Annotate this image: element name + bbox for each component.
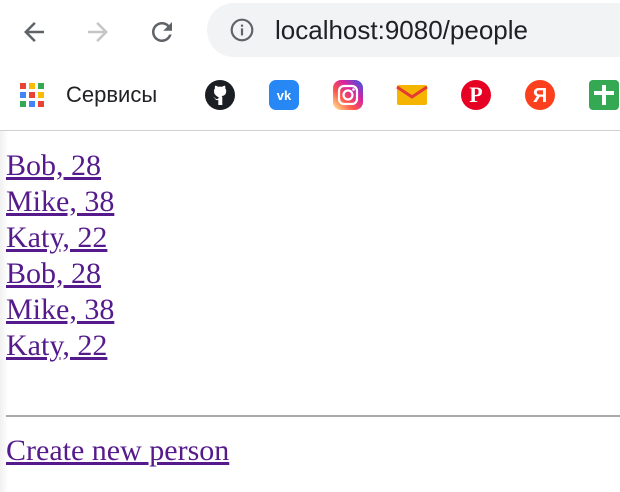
address-bar[interactable]: localhost:9080/people xyxy=(207,3,620,57)
svg-text:P: P xyxy=(469,82,482,107)
person-link[interactable]: Mike, 38 xyxy=(6,292,114,328)
bookmarks-bar: Сервисы vk P Я xyxy=(0,72,620,118)
person-link[interactable]: Bob, 28 xyxy=(6,256,101,292)
person-link[interactable]: Bob, 28 xyxy=(6,148,101,184)
forward-button[interactable] xyxy=(76,10,120,54)
apps-grid-icon[interactable] xyxy=(18,81,46,109)
reload-icon xyxy=(152,22,172,42)
back-button[interactable] xyxy=(12,10,56,54)
vk-icon[interactable]: vk xyxy=(268,79,300,111)
svg-text:vk: vk xyxy=(277,88,292,103)
back-arrow-icon xyxy=(24,22,44,42)
mail-icon[interactable] xyxy=(396,79,428,111)
github-icon[interactable] xyxy=(204,79,236,111)
url-text[interactable]: localhost:9080/people xyxy=(275,15,528,45)
plus-bookmark-icon[interactable] xyxy=(588,79,620,111)
page-content: Bob, 28 Mike, 38 Katy, 22 Bob, 28 Mike, … xyxy=(0,131,620,492)
apps-bookmark-label[interactable]: Сервисы xyxy=(66,80,157,110)
instagram-icon[interactable] xyxy=(332,79,364,111)
reload-button[interactable] xyxy=(140,10,184,54)
person-link[interactable]: Mike, 38 xyxy=(6,184,114,220)
pinterest-icon[interactable]: P xyxy=(460,79,492,111)
create-new-person-link[interactable]: Create new person xyxy=(6,433,229,469)
person-link[interactable]: Katy, 22 xyxy=(6,220,107,256)
browser-chrome: localhost:9080/people Сервисы vk P Я xyxy=(0,0,620,131)
info-icon[interactable] xyxy=(229,17,255,43)
horizontal-rule xyxy=(6,415,620,417)
forward-arrow-icon xyxy=(88,22,108,42)
people-list: Bob, 28 Mike, 38 Katy, 22 Bob, 28 Mike, … xyxy=(6,148,114,364)
svg-text:Я: Я xyxy=(533,85,547,107)
person-link[interactable]: Katy, 22 xyxy=(6,328,107,364)
yandex-icon[interactable]: Я xyxy=(524,79,556,111)
